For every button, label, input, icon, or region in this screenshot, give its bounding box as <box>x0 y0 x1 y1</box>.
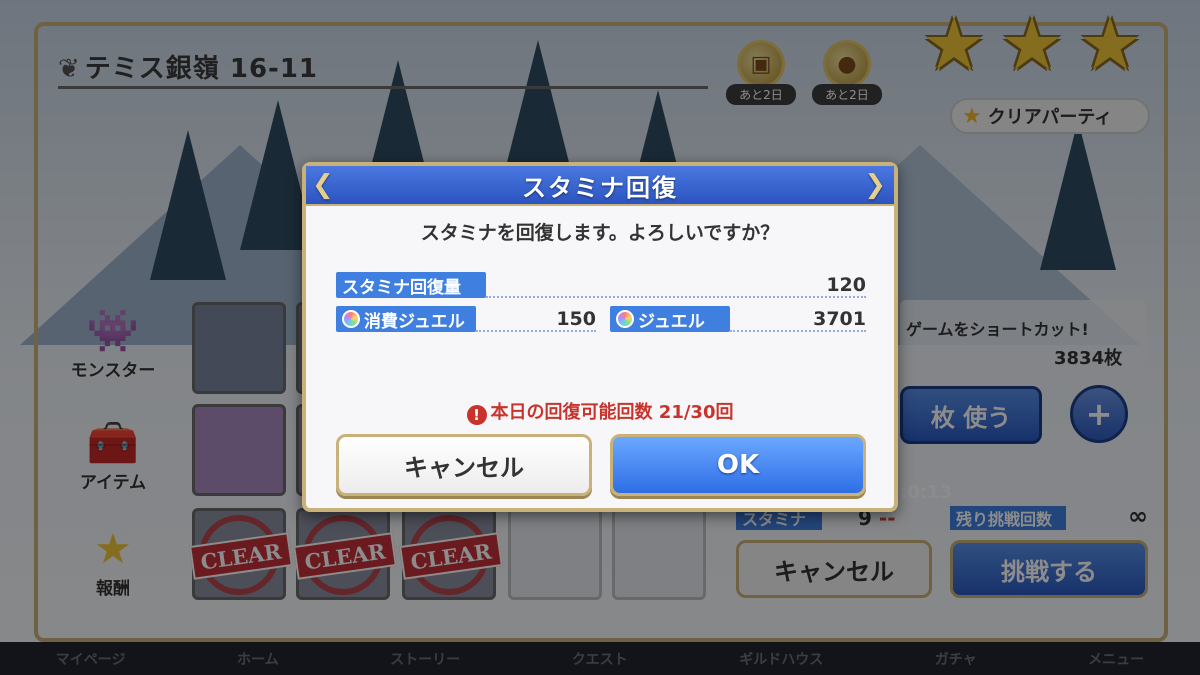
dotted-divider <box>730 330 866 332</box>
dialog-message: スタミナを回復します。よろしいですか？ <box>420 222 780 244</box>
cancel-button[interactable]: キャンセル <box>336 434 592 496</box>
dotted-divider <box>476 330 596 332</box>
ornament-right-icon: ❯ <box>864 170 888 200</box>
exclamation-icon: ! <box>466 405 487 425</box>
dotted-divider <box>486 296 866 298</box>
stamina-recovery-dialog: ❮ スタミナ回復 ❯ スタミナを回復します。よろしいですか？ スタミナ回復量 1… <box>302 162 898 512</box>
recover-amount-value: 120 <box>826 274 866 296</box>
cost-jewel-label: 消費ジュエル <box>336 306 476 332</box>
jewel-value: 3701 <box>813 308 866 330</box>
ornament-left-icon: ❮ <box>312 170 336 200</box>
recover-amount-label: スタミナ回復量 <box>336 272 486 298</box>
recovery-limit-warning: ! 本日の回復可能回数 21/30回 <box>306 398 894 425</box>
dialog-title: スタミナ回復 <box>522 173 678 202</box>
ok-button[interactable]: OK <box>610 434 866 496</box>
cost-jewel-value: 150 <box>556 308 596 330</box>
jewel-icon <box>342 310 360 328</box>
dialog-header: ❮ スタミナ回復 ❯ <box>306 166 894 206</box>
jewel-label: ジュエル <box>610 306 730 332</box>
jewel-icon <box>616 310 634 328</box>
